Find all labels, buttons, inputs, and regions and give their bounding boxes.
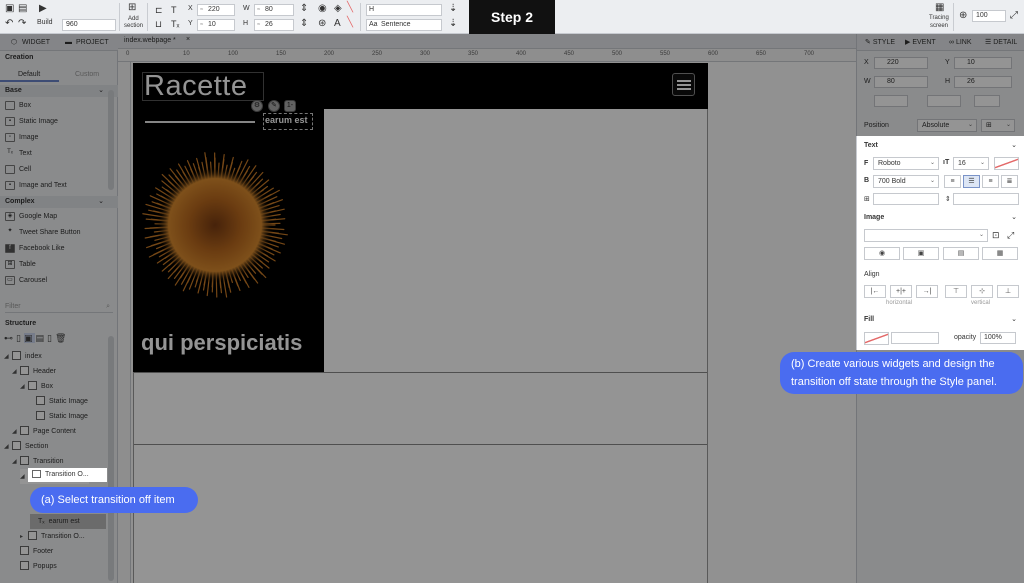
text-color-icon[interactable]: A [334,19,341,29]
color-fill-icon[interactable]: ◈ [334,4,342,14]
right-panel-dim-top [856,34,1024,136]
width-select[interactable]: 960 [62,19,116,31]
callout-b-line-2: transition off state through the Style p… [791,376,997,388]
image-section-header[interactable]: Image ⌄ [857,211,1024,225]
align-center-button[interactable]: ☰ [963,175,980,188]
letter-spacing-input[interactable] [873,193,939,205]
fill-section-header[interactable]: Fill ⌄ [857,313,1024,327]
chevron-down-icon: ⌄ [1011,142,1017,149]
stepper-icon-2[interactable]: ⇕ [300,19,308,29]
image-source-select[interactable]: ⌄ [864,229,988,242]
redo-icon[interactable]: ↷ [18,19,26,29]
horizontal-label: horizontal [886,300,913,306]
save-icon[interactable]: ▣ [5,4,14,14]
image-fit-tile-button[interactable]: ▦ [982,247,1018,260]
build-button[interactable]: Build [37,19,53,26]
font-size-icon: ıT [943,159,950,166]
style-panel-highlight: Text ⌄ F Roboto ⌄ ıT 16 ⌄ B 700 Bold ⌄ ≡ ☰ ≡… [857,136,1024,350]
text-size-icon[interactable]: Tₓ [171,19,179,29]
save-as-icon[interactable]: ▤ [18,4,27,14]
h-label: H [243,20,249,27]
distribute-icon[interactable]: ⊔ [155,19,162,29]
lock-icon[interactable]: ⊛ [318,19,326,29]
opacity-label: opacity [954,334,977,341]
tracing-label[interactable]: Tracing [929,15,949,21]
chevron-down-icon: ⌄ [1011,214,1017,221]
zoom-icon[interactable]: ⊕ [959,11,967,21]
font-icon: F [864,160,869,167]
bold-icon: B [864,177,870,184]
line-height-icon: ⇕ [945,196,951,203]
font-weight-select[interactable]: 700 Bold ⌄ [873,175,939,188]
chevron-down-icon: ⌄ [1011,316,1017,323]
align-top-edge-button[interactable]: ⊤ [945,285,967,298]
sort-down-icon-2[interactable]: ⇣ [449,19,457,29]
align-justify-button[interactable]: ≣ [1001,175,1018,188]
x-label: X [188,5,193,12]
x-field[interactable]: ≈220 [197,4,235,16]
vertical-label: vertical [971,300,991,306]
callout-b-line-1: (b) Create various widgets and design th… [791,358,995,370]
fit-screen-icon[interactable]: ⤢ [1010,11,1018,21]
image-fit-contain-button[interactable]: ▣ [903,247,939,260]
callout-b: (b) Create various widgets and design th… [780,352,1023,394]
h-field[interactable]: ≈26 [254,19,294,31]
sort-down-icon[interactable]: ⇣ [449,4,457,14]
y-label: Y [188,20,193,27]
fullscreen-icon[interactable]: ⤢ [1007,230,1014,241]
align-right-button[interactable]: ≡ [982,175,999,188]
undo-icon[interactable]: ↶ [5,19,13,29]
line-height-input[interactable] [953,193,1019,205]
text-color-swatch[interactable] [994,157,1019,170]
add-section-icon[interactable]: ⊞ [128,3,136,13]
tracing-screen-icon[interactable]: ▦ [935,3,944,13]
align-left-icon[interactable]: ⊏ [155,5,163,15]
text-section-header[interactable]: Text ⌄ [857,139,1024,153]
align-right-edge-button[interactable]: →| [916,285,938,298]
no-color-icon[interactable]: ╲ [347,3,353,13]
zoom-select[interactable]: 100 [972,10,1006,22]
fill-color-input[interactable] [891,332,939,344]
letter-spacing-icon: ⊞ [864,196,870,203]
no-text-color-icon[interactable]: ╲ [347,18,353,28]
font-family-select[interactable]: Roboto ⌄ [873,157,939,170]
font-size-select[interactable]: 16 ⌄ [953,157,989,170]
add-section-label-2[interactable]: section [124,23,143,29]
w-label: W [243,5,250,12]
callout-a: (a) Select transition off item [30,487,198,513]
image-fit-cover-button[interactable]: ◉ [864,247,900,260]
align-h-center-button[interactable]: +|+ [890,285,912,298]
align-left-button[interactable]: ≡ [944,175,961,188]
play-icon[interactable]: ▶ [39,4,47,14]
align-v-center-button[interactable]: ⊹ [971,285,993,298]
step-badge: Step 2 [469,0,555,34]
opacity-input[interactable]: 100% [980,332,1016,344]
heading-select[interactable]: H [366,4,442,16]
text-case-select[interactable]: Aa Sentence [366,19,442,31]
transition-icon [32,470,41,479]
visibility-icon[interactable]: ◉ [318,4,327,14]
tracing-label-2[interactable]: screen [930,23,948,29]
stepper-icon[interactable]: ⇕ [300,4,308,14]
text-style-icon[interactable]: T [171,5,177,15]
align-left-edge-button[interactable]: |← [864,285,886,298]
add-section-label[interactable]: Add [128,16,139,22]
highlighted-tree-item[interactable]: Transition O... [28,468,107,482]
y-field[interactable]: ≈10 [197,19,235,31]
image-fit-fill-button[interactable]: ▤ [943,247,979,260]
image-upload-icon[interactable]: ⊡ [992,230,1000,241]
w-field[interactable]: ≈80 [254,4,294,16]
fill-color-swatch[interactable] [864,332,889,345]
align-bottom-edge-button[interactable]: ⊥ [997,285,1019,298]
align-section-title: Align [864,271,880,278]
